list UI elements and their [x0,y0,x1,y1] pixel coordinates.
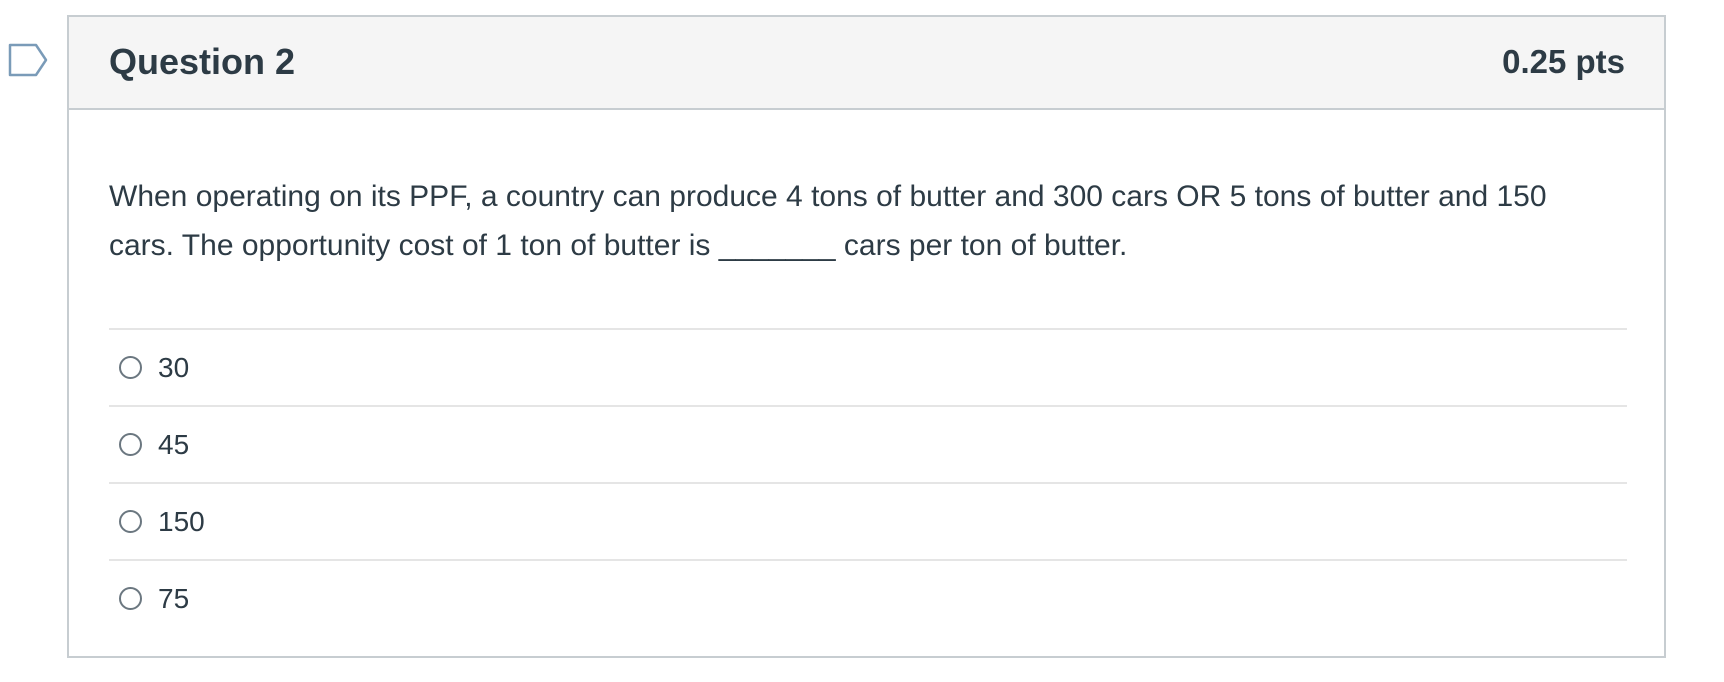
answer-option-30[interactable]: 30 [109,330,1627,407]
radio-button[interactable] [119,433,142,456]
question-header: Question 2 0.25 pts [69,17,1664,110]
radio-button[interactable] [119,587,142,610]
answer-label: 30 [158,351,190,383]
question-card: Question 2 0.25 pts When operating on it… [67,15,1666,658]
question-text: When operating on its PPF, a country can… [109,180,1547,262]
answer-option-75[interactable]: 75 [109,561,1627,636]
answer-list: 30 45 150 75 [109,328,1627,636]
question-title: Question 2 [109,41,296,82]
answer-option-45[interactable]: 45 [109,407,1627,484]
question-points: 0.25 pts [1502,43,1625,80]
answer-option-150[interactable]: 150 [109,484,1627,561]
flag-question-icon[interactable] [8,43,50,77]
radio-button[interactable] [119,510,142,533]
answer-label: 45 [158,428,190,460]
question-body: When operating on its PPF, a country can… [69,172,1664,636]
answer-label: 150 [158,505,205,537]
radio-button[interactable] [119,356,142,379]
answer-label: 75 [158,582,190,614]
